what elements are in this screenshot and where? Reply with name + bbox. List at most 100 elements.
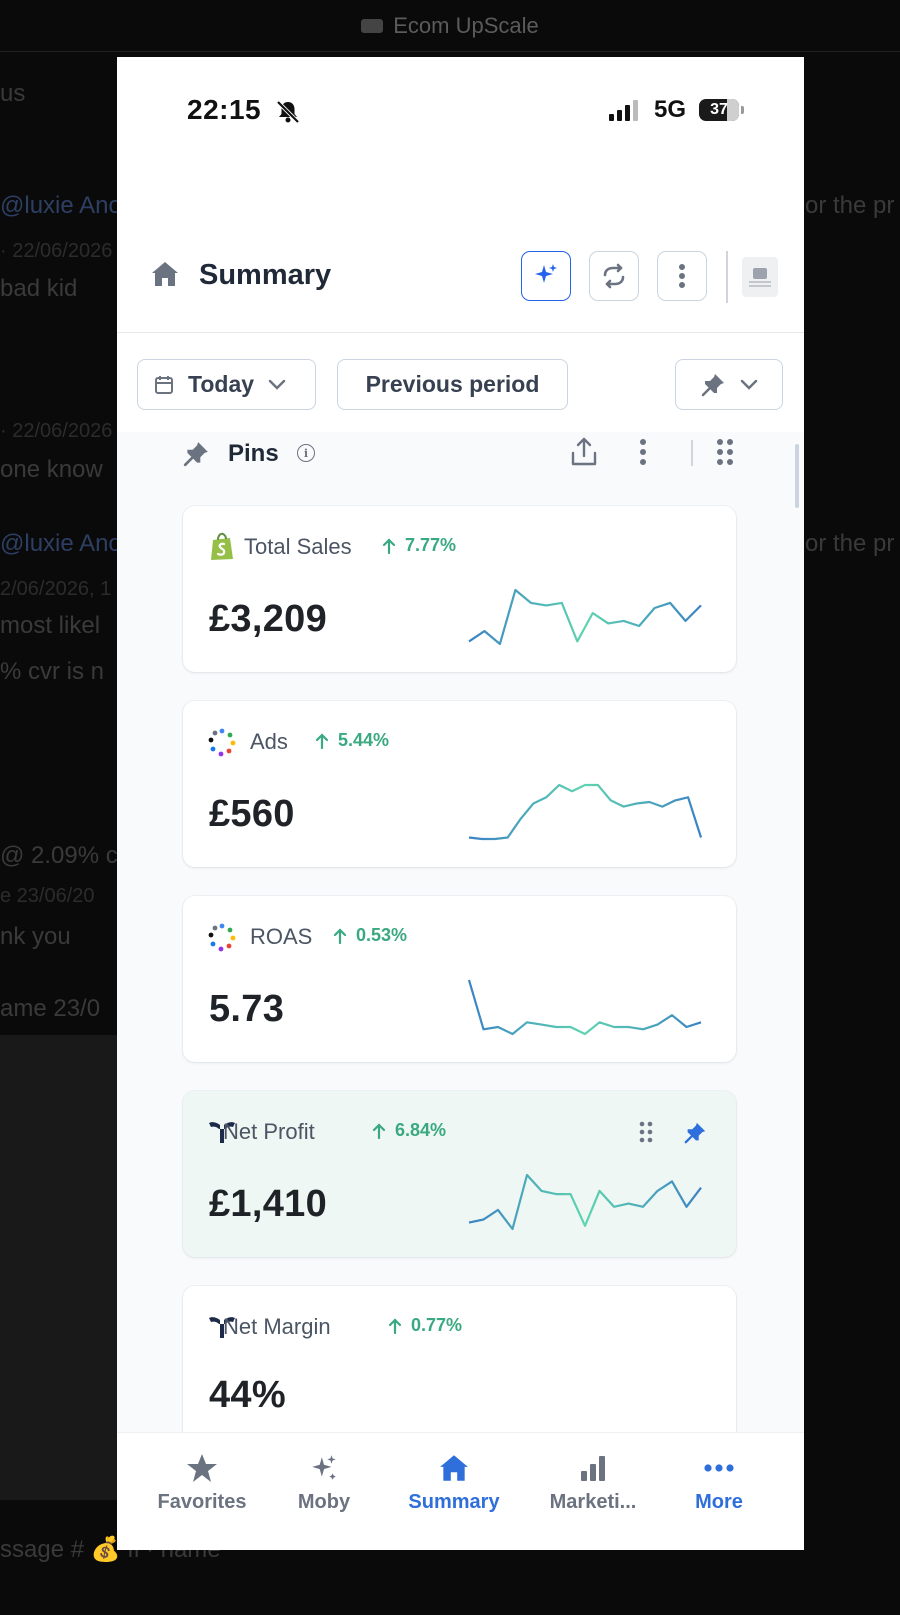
nav-item-marketing[interactable]: Marketi... [538, 1433, 648, 1550]
date-range-label: Today [188, 371, 255, 397]
background-text: 2/06/2026, 1 [0, 578, 112, 600]
metric-change-value: 6.84% [395, 1120, 447, 1140]
metric-value: £560 [209, 793, 295, 835]
metric-change: 0.77% [388, 1315, 462, 1336]
sparkline-series [467, 979, 702, 1036]
status-bar: 22:15 5G 37 [117, 57, 804, 167]
arrow-up-icon [372, 1122, 386, 1139]
pin-icon [701, 373, 724, 396]
background-image-preview [0, 1035, 118, 1500]
home-icon [152, 262, 178, 286]
shopify-icon [211, 532, 233, 560]
arrow-up-icon [388, 1317, 402, 1334]
ads-dots-icon [208, 923, 236, 952]
sparkline-series [468, 1173, 702, 1231]
background-text: or the pr [805, 530, 895, 557]
metric-card-ads[interactable]: Ads 5.44% £560 [183, 701, 736, 867]
background-text: @luxie Anot [0, 192, 129, 219]
background-text: · 22/06/2026 [0, 420, 113, 442]
metric-change: 6.84% [372, 1120, 446, 1141]
battery-level: 37 [710, 101, 728, 118]
metric-change-value: 0.53% [356, 925, 408, 945]
status-time: 22:15 [187, 94, 262, 125]
home-icon [440, 1455, 468, 1481]
background-text: us [0, 80, 26, 107]
more-vertical-icon[interactable] [639, 438, 647, 466]
page-title: Summary [199, 259, 332, 291]
background-text: one know [0, 456, 103, 483]
sparkline [467, 979, 702, 1036]
sparkle-icon [535, 264, 557, 283]
pins-section-header: Pins i [117, 432, 804, 476]
metric-change: 5.44% [315, 730, 389, 751]
sparkline [468, 588, 702, 646]
pin-filter-dropdown[interactable] [675, 359, 783, 410]
nav-item-moby[interactable]: Moby [289, 1433, 359, 1550]
calendar-icon [155, 375, 173, 394]
info-icon[interactable]: i [297, 444, 315, 462]
nav-label: Summary [408, 1491, 500, 1513]
metric-value: £1,410 [209, 1183, 328, 1225]
nav-label: More [695, 1491, 743, 1513]
sparkline-series [468, 588, 702, 646]
background-text: ame 23/0 [0, 995, 101, 1022]
sparkline [468, 1173, 702, 1231]
metric-title: Ads [250, 729, 288, 754]
date-range-dropdown[interactable]: Today [137, 359, 316, 410]
refresh-button[interactable] [589, 251, 639, 301]
phone-screen: 22:15 5G 37 Summary Today Previous perio… [117, 57, 804, 1550]
nav-item-summary[interactable]: Summary [399, 1433, 509, 1550]
network-label: 5G [654, 96, 687, 123]
app-header: Summary [117, 217, 804, 333]
background-text: bad kid [0, 275, 78, 302]
nav-label: Marketi... [549, 1491, 637, 1513]
background-text: @luxie Anot [0, 530, 129, 557]
header-more-button[interactable] [657, 251, 707, 301]
nav-label: Favorites [157, 1491, 247, 1513]
compare-period-button[interactable]: Previous period [337, 359, 568, 410]
background-text: % cvr is n [0, 658, 105, 685]
share-icon[interactable] [569, 436, 599, 468]
refresh-icon [603, 263, 625, 289]
metric-change-value: 7.77% [405, 535, 457, 555]
metric-title: Total Sales [244, 534, 352, 559]
arrow-up-icon [333, 927, 347, 944]
bar-chart-icon [581, 1456, 605, 1481]
bottom-nav: Favorites Moby Summary Marketi... More [117, 1432, 804, 1550]
more-vertical-icon [679, 264, 685, 288]
background-text: @ 2.09% c [0, 842, 118, 869]
metric-value: £3,209 [209, 598, 328, 640]
metric-card-roas[interactable]: ROAS 0.53% 5.73 [183, 896, 736, 1062]
summary-content[interactable]: Pins i Total Sales 7.77% £3,209 Ads 5.44… [117, 432, 804, 1432]
header-divider [726, 251, 728, 303]
drag-handle-icon[interactable] [639, 1121, 653, 1143]
more-horizontal-icon [704, 1464, 734, 1472]
background-window-title: Ecom UpScale [393, 12, 539, 38]
filter-bar: Today Previous period [117, 334, 804, 432]
metric-value: 44% [209, 1374, 286, 1416]
background-text: most likel [0, 612, 101, 639]
metric-card-total-sales[interactable]: Total Sales 7.77% £3,209 [183, 506, 736, 672]
metric-title: Net Profit [223, 1119, 315, 1144]
store-logo[interactable] [742, 257, 778, 297]
metric-value: 5.73 [209, 988, 285, 1030]
metric-card-net-profit[interactable]: Net Profit 6.84% £1,410 [183, 1091, 736, 1257]
sparkline [468, 783, 703, 841]
grid-icon[interactable] [715, 438, 735, 466]
sparkline-series [468, 783, 703, 841]
bell-slash-icon [276, 100, 300, 124]
battery-icon: 37 [699, 99, 744, 121]
chevron-down-icon [268, 379, 286, 390]
signal-icon [609, 99, 638, 121]
metric-change: 0.53% [333, 925, 407, 946]
sparkle-icon [312, 1455, 336, 1480]
moby-ai-button[interactable] [521, 251, 571, 301]
nav-item-more[interactable]: More [679, 1433, 759, 1550]
metric-change-value: 5.44% [338, 730, 390, 750]
star-icon [187, 1454, 217, 1482]
pinned-icon[interactable] [683, 1121, 707, 1145]
nav-item-favorites[interactable]: Favorites [157, 1433, 247, 1550]
metric-card-net-margin[interactable]: Net Margin 0.77% 44% [183, 1286, 736, 1432]
nav-label: Moby [297, 1491, 351, 1513]
pins-title: Pins [228, 440, 279, 467]
